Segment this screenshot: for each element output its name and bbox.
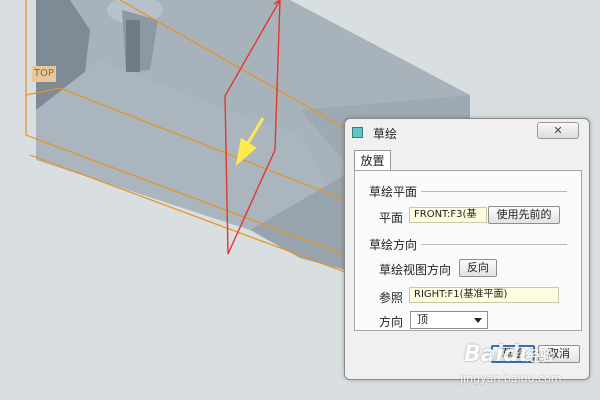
app-icon xyxy=(352,127,363,138)
flip-button[interactable]: 反向 xyxy=(459,259,497,277)
placement-panel: 草绘平面 平面 FRONT:F3(基 使用先前的 草绘方向 草绘视图方向 反向 … xyxy=(354,170,582,331)
reference-field[interactable]: RIGHT:F1(基准平面) xyxy=(409,287,559,303)
baidu-jingyan-watermark: Baidu 经验 jingyan.baidu.com xyxy=(458,338,598,393)
plane-field[interactable]: FRONT:F3(基 xyxy=(409,207,487,223)
section-divider xyxy=(421,244,567,245)
view-direction-label: 草绘视图方向 xyxy=(379,263,452,277)
sketch-plane-heading: 草绘平面 xyxy=(369,185,418,199)
sketch-orientation-heading: 草绘方向 xyxy=(369,238,418,252)
dialog-titlebar[interactable]: 草绘 ✕ xyxy=(345,119,589,145)
close-button[interactable]: ✕ xyxy=(537,122,579,139)
reference-label: 参照 xyxy=(379,291,404,305)
orientation-label: 方向 xyxy=(379,315,404,329)
watermark-brand: Baidu xyxy=(464,342,535,367)
tab-placement[interactable]: 放置 xyxy=(354,150,391,171)
use-previous-button[interactable]: 使用先前的 xyxy=(488,206,560,224)
watermark-url: jingyan.baidu.com xyxy=(460,372,562,385)
chevron-down-icon xyxy=(474,318,482,323)
plane-label: 平面 xyxy=(379,211,404,225)
view-label-top: TOP xyxy=(32,66,56,82)
part-boss-shadow xyxy=(126,20,140,72)
dialog-title: 草绘 xyxy=(373,127,398,141)
watermark-brand-suffix: 经验 xyxy=(526,349,554,365)
section-divider xyxy=(421,191,567,192)
orientation-value: 顶 xyxy=(417,313,428,326)
orientation-select[interactable]: 顶 xyxy=(410,311,488,329)
